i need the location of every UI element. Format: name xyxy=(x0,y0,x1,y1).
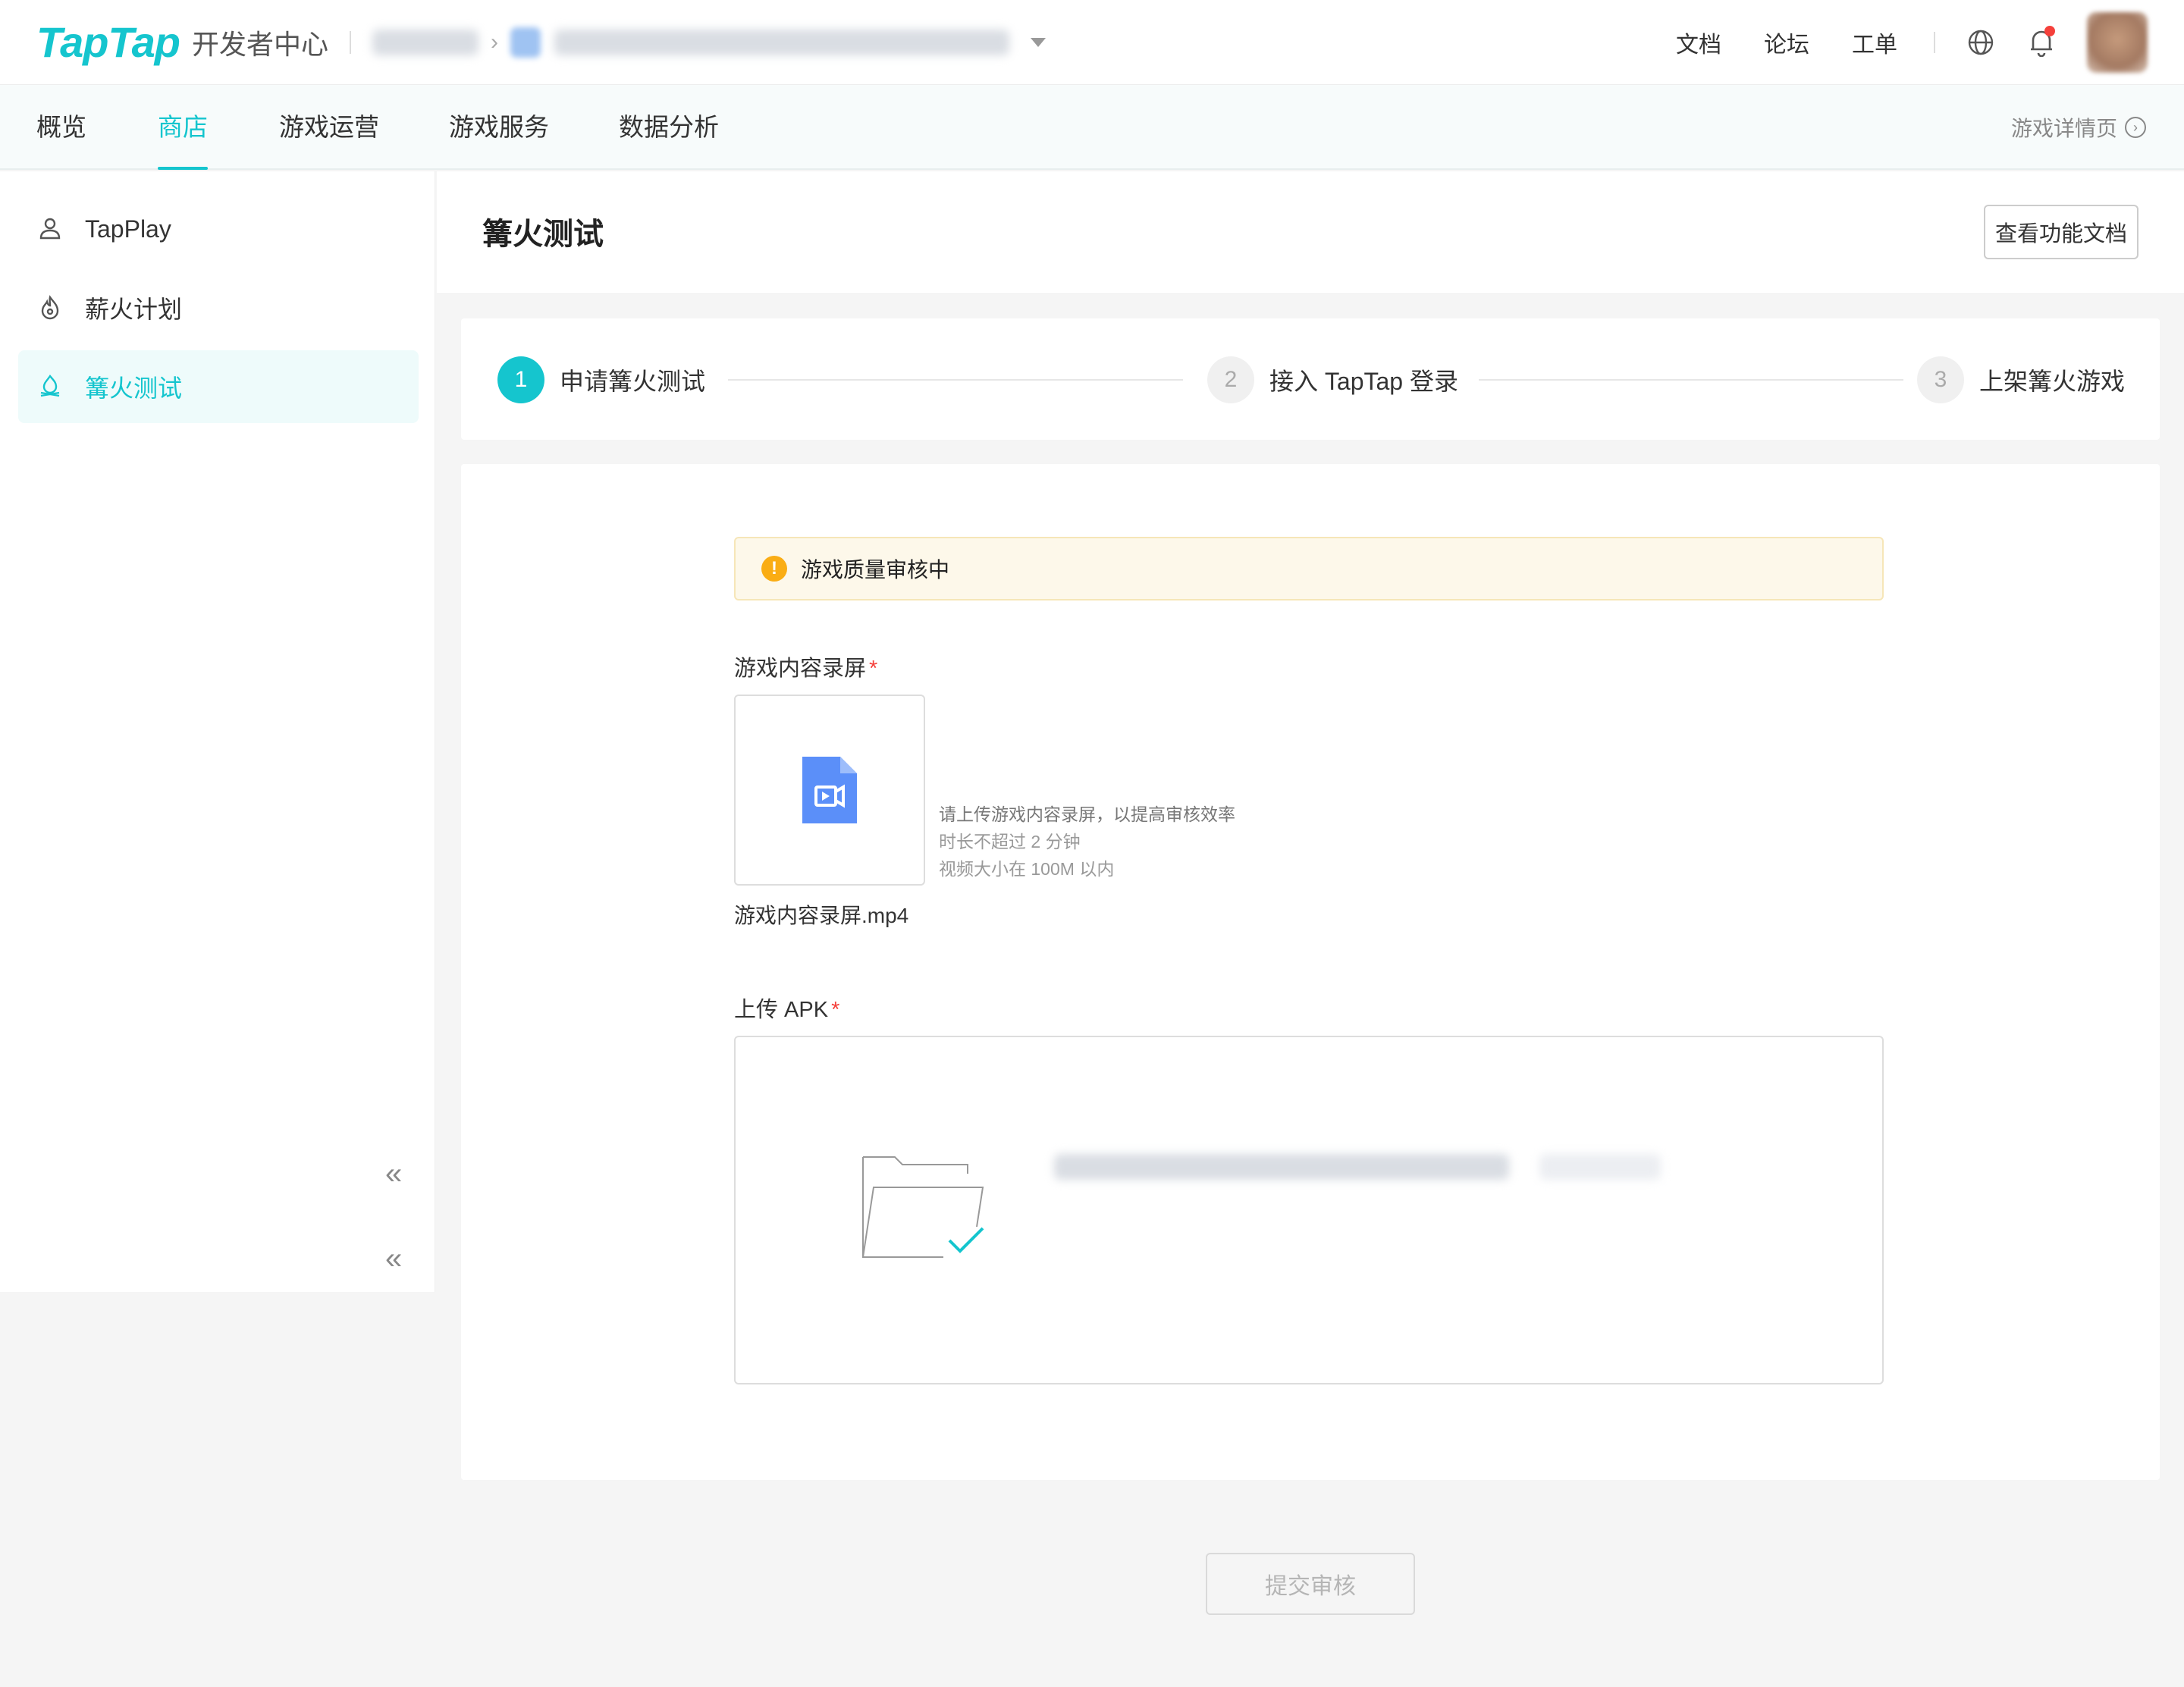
step-label: 接入 TapTap 登录 xyxy=(1269,368,1458,395)
sidebar: TapPlay 薪火计划 篝火测试 « « xyxy=(0,171,435,1292)
game-detail-label: 游戏详情页 xyxy=(2010,117,2117,140)
step-number: 2 xyxy=(1207,356,1254,403)
sidebar-item-label: 篝火测试 xyxy=(85,375,183,402)
notification-dot xyxy=(2044,25,2055,36)
collapse-icon[interactable]: « xyxy=(385,1157,402,1191)
collapse-icon[interactable]: « xyxy=(385,1242,402,1276)
globe-icon[interactable] xyxy=(1966,27,1996,58)
sidebar-item-tapplay[interactable]: TapPlay xyxy=(18,193,419,265)
apk-size-blurred xyxy=(1539,1154,1661,1180)
avatar[interactable] xyxy=(2087,11,2148,73)
tab-game-operation[interactable]: 游戏运营 xyxy=(279,85,379,170)
hint-line: 请上传游戏内容录屏，以提高审核效率 xyxy=(939,804,1235,824)
submit-review-button[interactable]: 提交审核 xyxy=(1206,1553,1415,1615)
step-3: 3 上架篝火游戏 xyxy=(1917,356,2125,403)
arrow-circle-icon: › xyxy=(2125,117,2146,138)
tab-overview[interactable]: 概览 xyxy=(36,85,86,170)
tab-store[interactable]: 商店 xyxy=(158,85,208,170)
top-header: TapTap 开发者中心 › 文档 论坛 工单 xyxy=(0,0,2184,85)
apk-field-label: 上传 APK * xyxy=(734,998,840,1022)
apk-upload-box[interactable] xyxy=(734,1036,1884,1384)
hint-line: 视频大小在 100M 以内 xyxy=(939,859,1115,879)
sidebar-item-label: TapPlay xyxy=(85,215,171,243)
steps-card: 1 申请篝火测试 2 接入 TapTap 登录 3 上架篝火游戏 xyxy=(461,318,2160,440)
step-connector xyxy=(728,379,1183,381)
sidebar-item-label: 薪火计划 xyxy=(85,296,183,323)
tapplay-icon xyxy=(39,218,61,240)
studio-name-blurred[interactable] xyxy=(372,29,479,55)
folder-check-icon xyxy=(862,1156,984,1258)
required-mark: * xyxy=(869,657,878,681)
step-number: 3 xyxy=(1917,356,1964,403)
apk-filename-blurred xyxy=(1054,1154,1509,1180)
hint-line: 时长不超过 2 分钟 xyxy=(939,832,1081,851)
step-2: 2 接入 TapTap 登录 xyxy=(1207,356,1458,403)
video-field-label: 游戏内容录屏 * xyxy=(734,657,878,681)
chevron-right-icon: › xyxy=(490,29,498,55)
review-status-alert: ! 游戏质量审核中 xyxy=(734,537,1884,600)
sidebar-item-bonfire-test[interactable]: 篝火测试 xyxy=(18,350,419,423)
step-connector xyxy=(1479,379,1903,381)
top-right-actions: 文档 论坛 工单 xyxy=(1633,11,2148,73)
video-file-icon xyxy=(802,757,857,823)
step-1: 1 申请篝火测试 xyxy=(497,356,705,403)
required-mark: * xyxy=(831,998,840,1022)
alert-text: 游戏质量审核中 xyxy=(801,558,950,582)
divider xyxy=(1934,31,1935,53)
divider xyxy=(349,30,351,54)
video-upload-hints: 请上传游戏内容录屏，以提高审核效率 时长不超过 2 分钟 视频大小在 100M … xyxy=(939,801,1235,883)
tab-game-service[interactable]: 游戏服务 xyxy=(449,85,549,170)
ticket-link[interactable]: 工单 xyxy=(1852,26,1897,59)
tab-data-analysis[interactable]: 数据分析 xyxy=(619,85,719,170)
step-label: 上架篝火游戏 xyxy=(1979,368,2126,395)
docs-link[interactable]: 文档 xyxy=(1676,26,1721,59)
page-header: 篝火测试 查看功能文档 xyxy=(437,171,2184,294)
flame-icon xyxy=(41,295,59,320)
game-detail-link[interactable]: 游戏详情页 › xyxy=(2011,85,2146,170)
page-title: 篝火测试 xyxy=(482,218,604,251)
taptap-logo[interactable]: TapTap xyxy=(36,17,180,67)
game-icon xyxy=(510,27,541,58)
view-docs-button[interactable]: 查看功能文档 xyxy=(1984,205,2138,259)
uploaded-video-filename: 游戏内容录屏.mp4 xyxy=(734,904,909,927)
video-upload-box[interactable] xyxy=(734,695,925,886)
bell-icon[interactable] xyxy=(2026,25,2057,58)
warning-icon: ! xyxy=(761,556,787,582)
step-number: 1 xyxy=(497,356,544,403)
chevron-down-icon[interactable] xyxy=(1030,37,1046,47)
developer-center-label: 开发者中心 xyxy=(191,28,328,60)
forum-link[interactable]: 论坛 xyxy=(1764,26,1809,59)
application-form: ! 游戏质量审核中 游戏内容录屏 * 请上传游戏内容录屏，以提高审核效率 时长不超… xyxy=(461,464,2160,1480)
sidebar-item-xinhuo[interactable]: 薪火计划 xyxy=(18,271,419,344)
bonfire-icon xyxy=(40,374,60,397)
game-name-blurred[interactable] xyxy=(554,29,1009,55)
step-label: 申请篝火测试 xyxy=(560,368,706,395)
main-nav: 概览 商店 游戏运营 游戏服务 数据分析 游戏详情页 › xyxy=(0,85,2184,170)
